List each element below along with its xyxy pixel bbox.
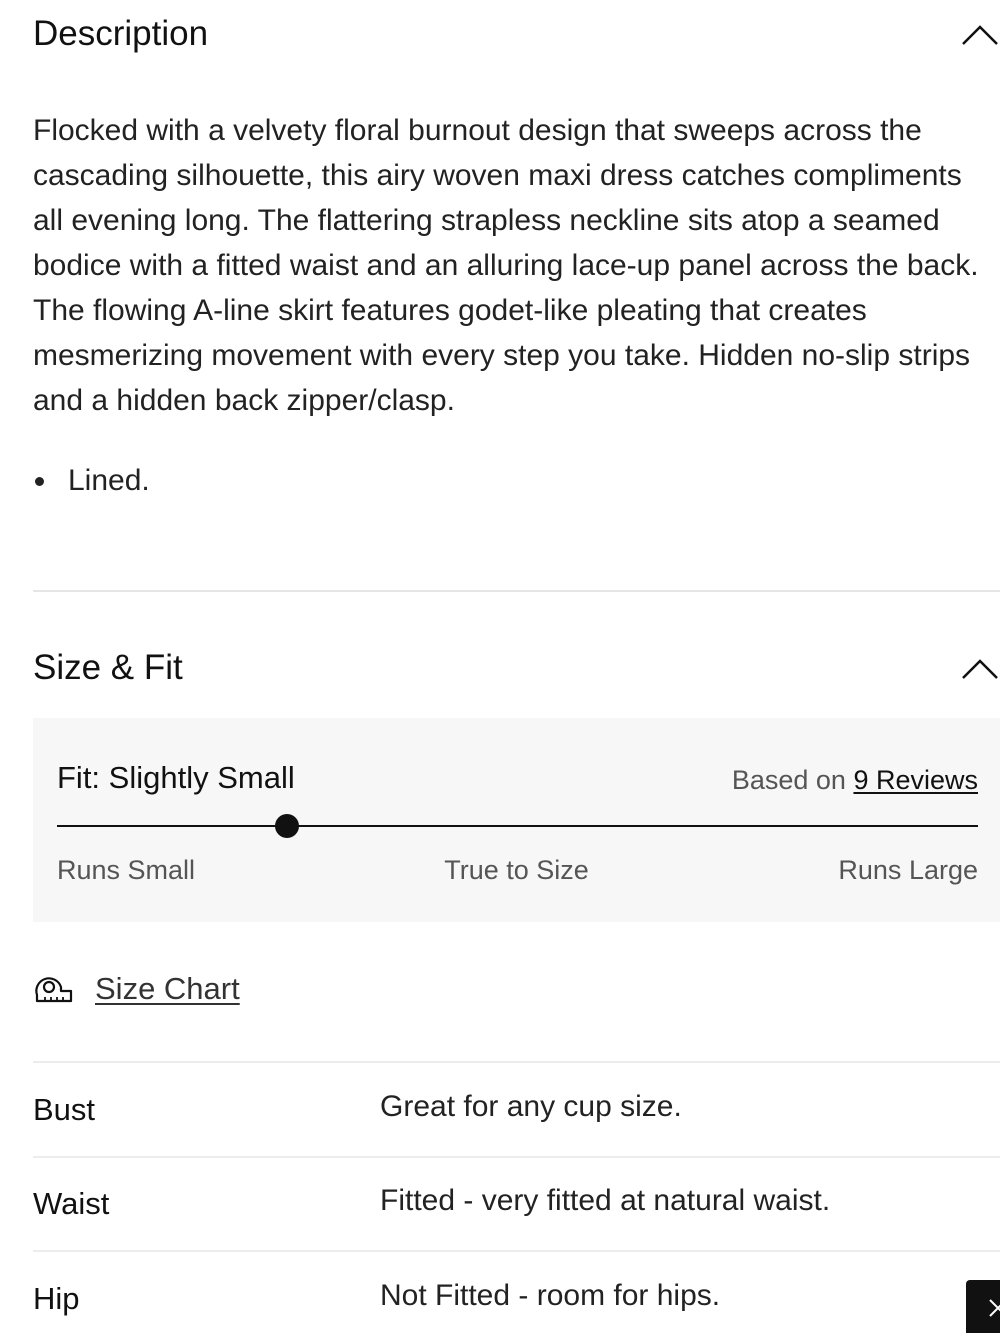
bullet-dot <box>35 477 44 486</box>
size-fit-header[interactable]: Size & Fit <box>33 648 1000 688</box>
fit-row-value-hip: Not Fitted - room for hips. <box>380 1279 721 1312</box>
row-divider <box>33 1061 1000 1063</box>
fit-scale-middle-text: True to Size <box>444 855 589 885</box>
based-on-text: Based on <box>731 765 846 795</box>
description-title: Description <box>33 14 209 53</box>
measuring-tape-icon <box>35 977 73 1003</box>
floating-close-button[interactable] <box>966 1280 1000 1333</box>
description-header[interactable]: Description <box>33 14 1000 54</box>
fit-scale-marker <box>275 814 300 838</box>
bullet-item: Lined. <box>33 458 150 503</box>
chevron-up-icon[interactable] <box>960 20 1000 48</box>
fit-row-value-bust: Great for any cup size. <box>380 1090 682 1123</box>
fit-scale-right: Runs Large <box>838 855 978 885</box>
size-fit-title: Size & Fit <box>33 648 183 687</box>
description-bullets: Lined. <box>33 458 150 503</box>
row-divider <box>33 1250 1000 1252</box>
bullet-text: Lined. <box>68 464 150 497</box>
fit-label: Fit: Slightly Small <box>57 760 295 795</box>
section-divider <box>33 590 1000 592</box>
fit-row-label-bust: Bust <box>33 1092 96 1127</box>
reviews-link[interactable]: 9 Reviews <box>853 765 978 795</box>
chevron-up-icon[interactable] <box>960 654 1000 682</box>
fit-row-label-waist: Waist <box>33 1186 110 1221</box>
fit-row-label-hip: Hip <box>33 1281 80 1316</box>
row-divider <box>33 1156 1000 1158</box>
close-icon <box>989 1299 1000 1317</box>
fit-row-value-waist: Fitted - very fitted at natural waist. <box>380 1184 831 1217</box>
fit-based-on: Based on 9 Reviews <box>732 764 978 796</box>
fit-summary-panel: Fit: Slightly Small Based on 9 Reviews R… <box>33 718 1000 922</box>
size-chart-link[interactable]: Size Chart <box>95 970 240 1008</box>
description-body: Flocked with a velvety floral burnout de… <box>33 114 979 417</box>
fit-scale-track <box>57 814 978 838</box>
product-details-page: Description Flocked with a velvety flora… <box>0 0 1000 1333</box>
